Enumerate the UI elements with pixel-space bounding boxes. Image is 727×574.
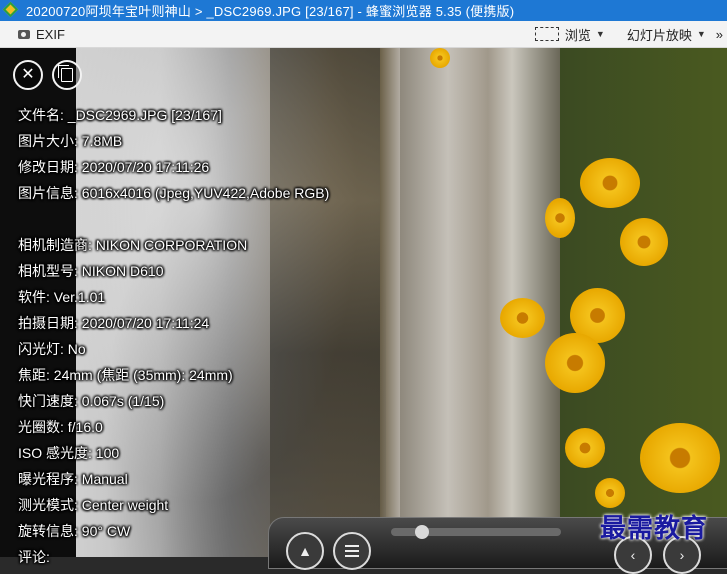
photo-flower bbox=[640, 423, 720, 493]
exif-focal-length: 焦距: 24mm (焦距 (35mm): 24mm) bbox=[18, 367, 233, 383]
chevron-down-icon: ▼ bbox=[696, 29, 706, 39]
copy-info-button[interactable] bbox=[52, 60, 82, 90]
chevron-left-icon: ‹ bbox=[630, 547, 636, 563]
exif-info-panel: 文件名: _DSC2969.JPG [23/167] 图片大小: 7.8MB 修… bbox=[18, 102, 329, 570]
rotate-up-button[interactable]: ▲ bbox=[286, 532, 324, 570]
photo-flower bbox=[595, 478, 625, 508]
exif-aperture: 光圈数: f/16.0 bbox=[18, 419, 103, 435]
app-logo-icon bbox=[0, 0, 20, 21]
position-slider[interactable] bbox=[391, 525, 561, 539]
photo-flower bbox=[545, 198, 575, 238]
more-button[interactable]: » bbox=[712, 21, 727, 47]
exif-size: 图片大小: 7.8MB bbox=[18, 133, 123, 149]
more-icon: » bbox=[715, 26, 723, 42]
exif-camera-model: 相机型号: NIKON D610 bbox=[18, 263, 164, 279]
photo-flower bbox=[500, 298, 545, 338]
exif-camera-maker: 相机制造商: NIKON CORPORATION bbox=[18, 237, 248, 253]
exif-label: EXIF bbox=[36, 26, 65, 42]
watermark-logo: 最需教育 bbox=[600, 514, 709, 544]
slideshow-label: 幻灯片放映 bbox=[626, 27, 692, 43]
exif-flash: 闪光灯: No bbox=[18, 341, 86, 357]
photo-flower bbox=[620, 218, 668, 266]
chevron-right-icon: › bbox=[679, 547, 685, 563]
photo-flower bbox=[580, 158, 640, 208]
exif-image-info: 图片信息: 6016x4016 (Jpeg,YUV422,Adobe RGB) bbox=[18, 185, 330, 201]
browse-label: 浏览 bbox=[564, 27, 591, 43]
exif-iso: ISO 感光度: 100 bbox=[18, 445, 120, 461]
exif-exposure-program: 曝光程序: Manual bbox=[18, 471, 128, 487]
photo-flower bbox=[565, 428, 605, 468]
exif-software: 软件: Ver.1.01 bbox=[18, 289, 106, 305]
window-title: 20200720阿坝年宝叶则神山 > _DSC2969.JPG [23/167]… bbox=[26, 4, 515, 19]
slideshow-button[interactable]: 幻灯片放映 ▼ bbox=[621, 21, 712, 47]
exif-button[interactable]: EXIF bbox=[12, 21, 71, 47]
window-title-bar: 20200720阿坝年宝叶则神山 > _DSC2969.JPG [23/167]… bbox=[0, 0, 727, 21]
camera-icon bbox=[18, 29, 30, 39]
browse-frame-icon bbox=[534, 27, 559, 41]
exif-metering-mode: 测光模式: Center weight bbox=[18, 497, 169, 513]
close-info-button[interactable]: ✕ bbox=[13, 60, 43, 90]
exif-file-name: 文件名: _DSC2969.JPG [23/167] bbox=[18, 107, 222, 123]
menu-icon bbox=[345, 545, 359, 557]
exif-shutter-speed: 快门速度: 0.067s (1/15) bbox=[18, 393, 165, 409]
exif-modified-date: 修改日期: 2020/07/20 17:11:26 bbox=[18, 159, 210, 175]
photo-flower bbox=[430, 48, 450, 68]
slider-knob[interactable] bbox=[415, 525, 429, 539]
exif-shot-date: 拍摄日期: 2020/07/20 17:11:24 bbox=[18, 315, 210, 331]
toolbar: EXIF 浏览 ▼ 幻灯片放映 ▼ » bbox=[0, 21, 727, 48]
copy-icon bbox=[58, 65, 73, 82]
close-icon: ✕ bbox=[21, 66, 35, 83]
photo-flower bbox=[545, 333, 605, 393]
browse-button[interactable]: 浏览 ▼ bbox=[529, 21, 611, 47]
menu-button[interactable] bbox=[333, 532, 371, 570]
chevron-down-icon: ▼ bbox=[595, 29, 605, 39]
